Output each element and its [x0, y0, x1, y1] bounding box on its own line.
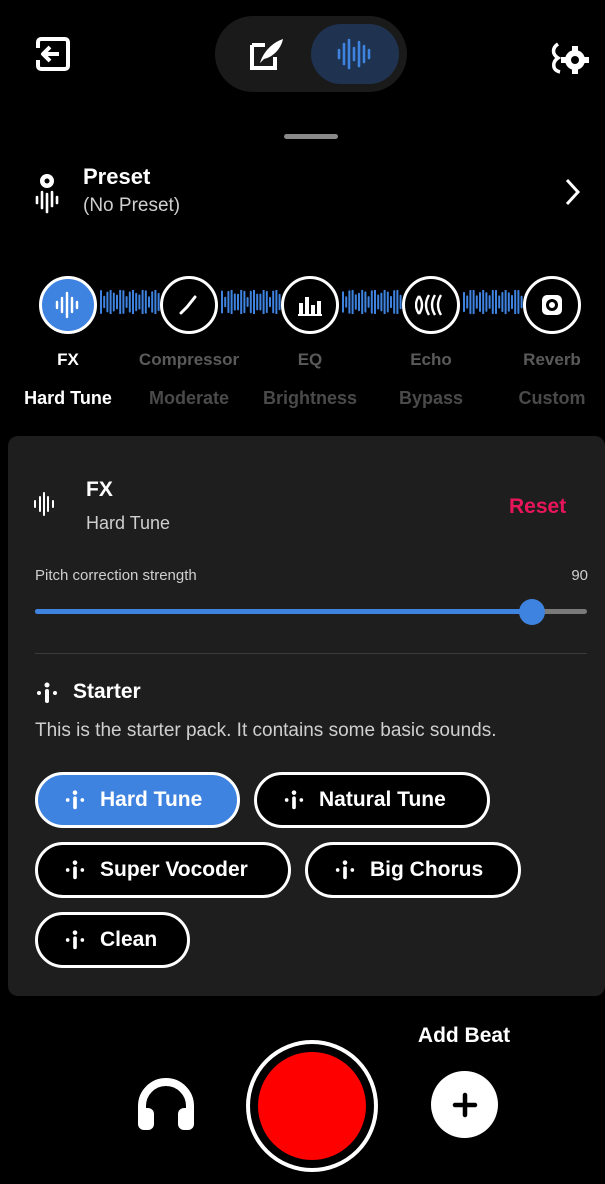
pitch-slider-fill [35, 609, 532, 614]
exit-icon[interactable] [33, 34, 73, 74]
waveform-icon [337, 38, 371, 70]
fx-title: FX [86, 478, 113, 501]
pack-description: This is the starter pack. It contains so… [35, 720, 497, 741]
sparkle-icon [334, 859, 356, 881]
waveform-icon [55, 291, 79, 319]
chain-node-eq[interactable] [281, 276, 339, 334]
slider-value: 90 [571, 567, 588, 584]
chain-value-fx: Hard Tune [24, 388, 112, 408]
chain-node-fx[interactable] [39, 276, 97, 334]
pitch-slider-thumb[interactable] [518, 599, 545, 625]
echo-icon [415, 294, 443, 316]
chip-label: Hard Tune [100, 788, 203, 811]
preset-subtitle: (No Preset) [83, 195, 181, 216]
chip-label: Natural Tune [319, 788, 446, 811]
chain-label-eq: EQ [297, 350, 323, 369]
chip-label: Big Chorus [370, 858, 484, 881]
audio-mode-tab[interactable] [311, 24, 399, 84]
chip-label: Super Vocoder [100, 858, 248, 881]
chain-label-fx: FX [57, 350, 79, 369]
chip-big-chorus[interactable]: Big Chorus [305, 842, 521, 898]
mode-toggle [215, 16, 407, 92]
chain-label-reverb: Reverb [523, 350, 581, 369]
top-bar [0, 0, 605, 122]
chip-natural-tune[interactable]: Natural Tune [254, 772, 490, 828]
chip-label: Clean [100, 928, 158, 951]
chain-label-echo: Echo [410, 350, 452, 369]
fx-subtitle: Hard Tune [86, 513, 171, 533]
plus-icon [452, 1092, 477, 1117]
chain-value-reverb: Custom [518, 388, 586, 408]
chain-value-eq: Brightness [262, 388, 358, 408]
chip-hard-tune[interactable]: Hard Tune [35, 772, 240, 828]
pack-title: Starter [73, 680, 141, 703]
sparkle-icon [64, 859, 86, 881]
chain-value-compressor: Moderate [148, 388, 229, 408]
section-divider [35, 653, 587, 654]
waveform-icon [33, 491, 55, 517]
chain-node-compressor[interactable] [160, 276, 218, 334]
sparkle-icon [64, 789, 86, 811]
feather-edit-icon [250, 39, 283, 70]
pack-icon [35, 681, 59, 705]
add-beat-button[interactable] [431, 1071, 498, 1138]
chain-node-echo[interactable] [402, 276, 460, 334]
chevron-right-icon[interactable] [563, 176, 583, 208]
add-beat-label: Add Beat [417, 1024, 511, 1047]
compressor-icon [179, 295, 197, 315]
chain-node-reverb[interactable] [523, 276, 581, 334]
chip-super-vocoder[interactable]: Super Vocoder [35, 842, 291, 898]
headphones-icon[interactable] [134, 1076, 198, 1132]
lyrics-mode-tab[interactable] [223, 24, 311, 84]
sparkle-icon [283, 789, 305, 811]
pitch-slider-track[interactable] [35, 609, 587, 614]
chain-label-compressor: Compressor [138, 350, 240, 369]
chip-clean[interactable]: Clean [35, 912, 190, 968]
eq-icon [298, 297, 322, 316]
preset-title[interactable]: Preset [83, 164, 150, 190]
preset-icon [31, 170, 67, 214]
record-button[interactable] [258, 1052, 366, 1160]
sheet-handle[interactable] [284, 134, 338, 139]
chain-value-echo: Bypass [398, 388, 464, 408]
sparkle-icon [64, 929, 86, 951]
reset-button[interactable]: Reset [509, 495, 566, 519]
reverb-icon [542, 295, 562, 315]
slider-label: Pitch correction strength [35, 567, 197, 584]
music-settings-icon[interactable] [548, 38, 590, 78]
